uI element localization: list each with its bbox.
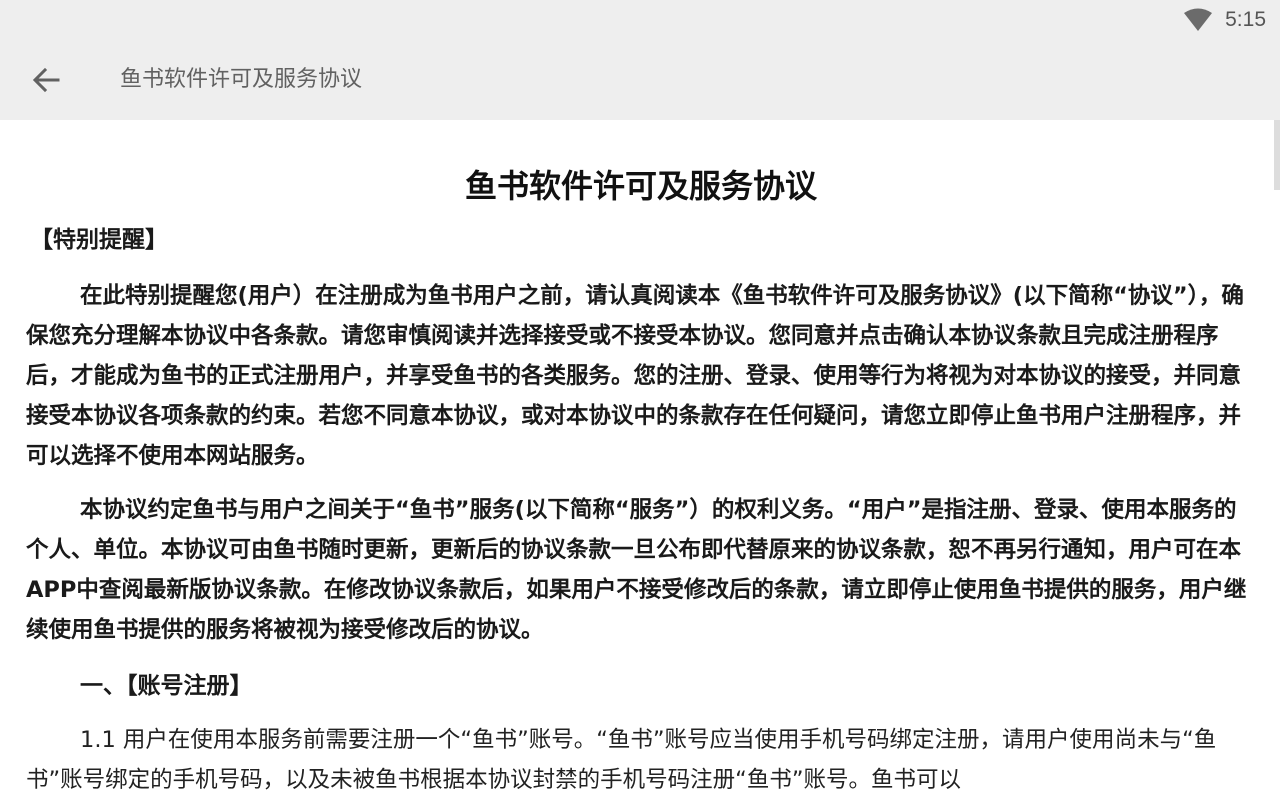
agreement-scope-paragraph: 本协议约定鱼书与用户之间关于“鱼书”服务(以下简称“服务”）的权利义务。“用户”… [26, 497, 1247, 643]
back-button[interactable] [24, 58, 68, 102]
clause-1-1-paragraph: 1.1 用户在使用本服务前需要注册一个“鱼书”账号。“鱼书”账号应当使用手机号码… [26, 727, 1217, 793]
wifi-icon [1184, 8, 1213, 31]
reminder-paragraph: 在此特别提醒您(用户）在注册成为鱼书用户之前，请认真阅读本《鱼书软件许可及服务协… [26, 283, 1244, 469]
special-reminder-label: 【特别提醒】 [30, 227, 168, 253]
app-bar-title: 鱼书软件许可及服务协议 [120, 67, 363, 92]
section-heading-account-registration: 一、【账号注册】 [80, 673, 253, 699]
status-clock: 5:15 [1225, 8, 1266, 31]
status-bar: 5:15 [0, 0, 1280, 40]
agreement-content[interactable]: 鱼书软件许可及服务协议 【特别提醒】 在此特别提醒您(用户）在注册成为鱼书用户之… [0, 120, 1280, 800]
status-indicators: 5:15 [1183, 6, 1266, 34]
arrow-left-icon [32, 67, 60, 93]
document-title: 鱼书软件许可及服务协议 [464, 167, 817, 205]
app-bar: 鱼书软件许可及服务协议 [0, 40, 1280, 120]
